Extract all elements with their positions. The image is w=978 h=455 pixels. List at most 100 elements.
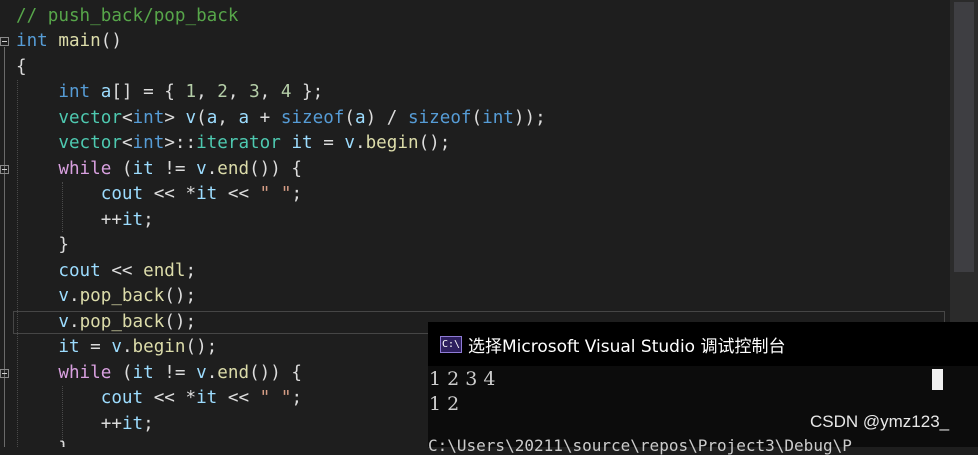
code-token: v: [58, 312, 69, 332]
code-token: v: [185, 108, 197, 128]
code-token: ()) {: [249, 363, 303, 383]
code-token: it: [291, 133, 313, 153]
code-line[interactable]: vector<int>::iterator it = v.begin();: [16, 131, 450, 157]
collapse-main-icon[interactable]: [0, 37, 9, 46]
code-token: a: [100, 82, 112, 102]
console-output-line-2: 1 2: [429, 393, 460, 415]
console-titlebar[interactable]: C:\ 选择Microsoft Visual Studio 调试控制台: [428, 322, 978, 366]
code-token: {: [16, 57, 27, 77]
code-token: .: [206, 159, 218, 179]
code-line[interactable]: ++it;: [16, 412, 154, 438]
code-token: .: [355, 133, 366, 153]
code-line[interactable]: int a[] = { 1, 2, 3, 4 };: [16, 80, 323, 106]
code-token: vector: [58, 108, 122, 128]
code-token: it: [121, 414, 144, 434]
code-token: pop_back: [79, 286, 165, 306]
watermark: CSDN @ymz123_: [810, 412, 950, 431]
code-token: !=: [153, 363, 197, 383]
fold-guide-main-lower: [4, 265, 5, 447]
code-line[interactable]: cout << *it << " ";: [16, 182, 302, 208]
code-token: >::: [164, 133, 197, 153]
code-line[interactable]: while (it != v.end()) {: [16, 157, 302, 183]
code-token: a: [238, 108, 250, 128]
code-token: ,: [259, 82, 281, 102]
scrollbar-thumb[interactable]: [954, 2, 974, 272]
code-token: 2: [217, 82, 228, 102]
code-line[interactable]: ++it;: [16, 208, 154, 234]
code-line[interactable]: cout << endl;: [16, 259, 196, 285]
code-token: it: [196, 184, 218, 204]
code-token: ,: [196, 82, 218, 102]
code-token: (: [111, 159, 133, 179]
code-token: (): [100, 31, 122, 51]
code-line[interactable]: }: [16, 437, 69, 447]
code-token: begin: [365, 133, 419, 153]
code-token: ++: [16, 210, 122, 230]
code-token: =: [79, 337, 112, 357]
code-token: it: [121, 210, 144, 230]
console-title: 选择Microsoft Visual Studio 调试控制台: [468, 337, 786, 357]
code-line[interactable]: // push_back/pop_back: [16, 4, 238, 30]
code-token: cout: [58, 261, 101, 281]
code-line[interactable]: cout << *it << " ";: [16, 386, 302, 412]
code-token: +: [249, 108, 281, 128]
code-token: .: [68, 286, 80, 306]
code-token: (: [471, 108, 483, 128]
code-line[interactable]: }: [16, 233, 69, 259]
code-line[interactable]: it = v.begin();: [16, 335, 217, 361]
code-token: <<: [100, 261, 144, 281]
code-token: v: [196, 159, 207, 179]
code-token: v: [344, 133, 355, 153]
code-token: vector: [58, 133, 122, 153]
code-token: (: [344, 108, 355, 128]
code-token: .: [121, 337, 133, 357]
code-token: sizeof: [280, 108, 345, 128]
code-token: iterator: [196, 133, 281, 153]
collapse-while-2-icon[interactable]: [0, 369, 9, 378]
collapse-while-1-icon[interactable]: [0, 165, 9, 174]
code-token: int: [58, 82, 91, 102]
code-line[interactable]: {: [16, 55, 27, 81]
code-token: ();: [164, 312, 197, 332]
code-token: >: [164, 108, 186, 128]
code-line[interactable]: v.pop_back();: [16, 284, 196, 310]
console-output-line-1: 1 2 3 4: [429, 368, 496, 390]
code-token: ();: [164, 286, 197, 306]
code-token: it: [132, 159, 154, 179]
code-token: cout: [100, 388, 144, 408]
code-token: 4: [280, 82, 292, 102]
code-token: 3: [249, 82, 260, 102]
code-token: ) /: [365, 108, 408, 128]
code-token: };: [291, 82, 324, 102]
code-line[interactable]: while (it != v.end()) {: [16, 361, 302, 387]
code-line[interactable]: v.pop_back();: [16, 310, 196, 336]
code-token: begin: [132, 337, 186, 357]
code-token: it: [132, 363, 154, 383]
code-line[interactable]: vector<int> v(a, a + sizeof(a) / sizeof(…: [16, 106, 546, 132]
code-token: v: [58, 286, 69, 306]
code-token: cout: [100, 184, 144, 204]
code-token: int: [16, 31, 48, 51]
code-token: a: [206, 108, 218, 128]
code-token: << *: [143, 388, 197, 408]
code-token: <: [121, 133, 133, 153]
code-token: (: [111, 363, 133, 383]
code-token: .: [68, 312, 80, 332]
code-token: <<: [217, 388, 260, 408]
code-token: =: [312, 133, 345, 153]
code-token: while: [58, 363, 112, 383]
code-token: ;: [143, 414, 154, 434]
code-token: ));: [513, 108, 546, 128]
code-token: // push_back/pop_back: [16, 6, 239, 26]
code-token: (: [196, 108, 207, 128]
code-token: pop_back: [79, 312, 165, 332]
code-line[interactable]: int main(): [16, 29, 122, 55]
